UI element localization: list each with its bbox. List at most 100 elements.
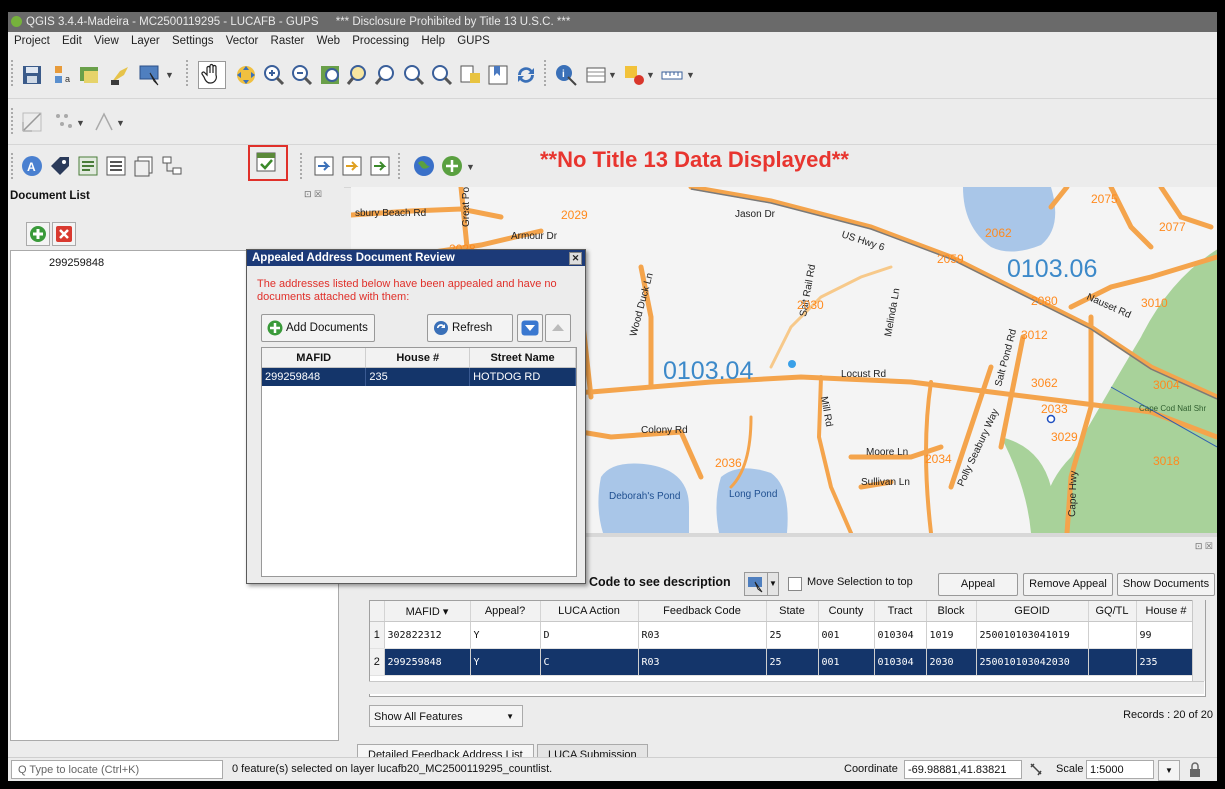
appealed-address-table[interactable]: MAFID House # Street Name 299259848 235 … [261,347,577,577]
locate-search-input[interactable]: Q Type to locate (Ctrl+K) [11,760,223,779]
move-down-button[interactable] [517,314,543,342]
chevron-down-icon[interactable]: ▼ [608,70,617,80]
move-selection-checkbox[interactable] [788,577,802,591]
pan-to-selection-icon[interactable] [234,63,258,87]
table-row[interactable]: 2 299259848 Y C R03 25 001 010304 2030 2… [370,648,1197,676]
zoom-in-icon[interactable] [262,63,286,87]
menu-raster[interactable]: Raster [271,35,305,47]
export-icon[interactable] [340,154,364,178]
chevron-down-icon[interactable]: ▼ [466,162,475,172]
zoom-full-icon[interactable] [318,63,342,87]
copy-icon[interactable] [132,154,156,178]
refresh-button[interactable]: Refresh [427,314,513,342]
document-review-icon[interactable] [254,150,278,174]
table-cell[interactable]: 302822312 [384,621,471,649]
table-cell[interactable]: 2030 [926,648,977,676]
table-cell[interactable]: 250010103042030 [976,648,1089,676]
address-point[interactable] [1046,414,1056,424]
panel-float-close-icon[interactable]: ⊡ ☒ [304,189,322,200]
table-cell[interactable]: D [540,621,639,649]
menu-project[interactable]: Project [14,35,50,47]
hierarchy-icon[interactable] [160,154,184,178]
column-header[interactable]: State [766,601,819,622]
scale-field[interactable]: 1:5000 [1086,760,1154,779]
add-web-layer-icon[interactable] [440,154,464,178]
chevron-down-icon[interactable]: ▼ [1158,760,1180,781]
style-manager-icon[interactable]: a [52,63,76,87]
zoom-native-icon[interactable] [402,63,426,87]
table-cell[interactable]: 010304 [874,621,927,649]
table-cell[interactable]: 250010103041019 [976,621,1089,649]
table-cell[interactable]: HOTDOG RD [469,367,576,386]
list-item[interactable]: 299259848 [49,257,104,269]
menu-vector[interactable]: Vector [226,35,259,47]
list-icon[interactable] [104,154,128,178]
remove-appeal-button[interactable]: Remove Appeal [1023,573,1113,596]
row-number[interactable]: 1 [370,621,385,649]
table-cell[interactable] [1088,648,1137,676]
vertical-scrollbar[interactable] [1192,600,1205,681]
save-project-icon[interactable] [20,63,44,87]
layer-styling-icon[interactable] [78,63,102,87]
node-tool-icon[interactable] [92,110,116,134]
column-header[interactable]: County [818,601,875,622]
column-header[interactable]: MAFID [262,348,367,368]
lock-icon[interactable] [1188,762,1202,778]
column-header[interactable]: MAFID ▾ [384,601,471,622]
chevron-down-icon[interactable]: ▼ [646,70,655,80]
chevron-down-icon[interactable]: ▼ [165,70,174,80]
chevron-down-icon[interactable]: ▼ [76,118,85,128]
table-cell[interactable]: 001 [818,648,875,676]
menu-layer[interactable]: Layer [131,35,160,47]
menu-help[interactable]: Help [421,35,445,47]
digitize-icon[interactable] [20,110,44,134]
brush-icon[interactable] [108,63,132,87]
table-cell[interactable]: R03 [638,648,767,676]
address-point[interactable] [788,360,796,368]
add-documents-button[interactable]: Add Documents [261,314,375,342]
column-header[interactable]: Appeal? [470,601,541,622]
close-icon[interactable]: ✕ [569,252,582,265]
chevron-down-icon[interactable]: ▼ [116,118,125,128]
select-features-icon[interactable] [138,63,162,87]
table-cell[interactable]: 299259848 [384,648,471,676]
table-cell[interactable]: C [540,648,639,676]
table-cell[interactable]: 99 [1136,621,1197,649]
zoom-layer-icon[interactable] [374,63,398,87]
horizontal-scrollbar[interactable] [369,681,1204,694]
feature-filter-select[interactable]: Show All Features ▼ [369,705,523,727]
add-document-button[interactable] [26,222,50,246]
table-row[interactable]: 1 302822312 Y D R03 25 001 010304 1019 2… [370,621,1197,649]
globe-icon[interactable] [412,154,436,178]
table-cell[interactable]: Y [470,621,541,649]
panel-float-close-icon[interactable]: ⊡ ☒ [1195,541,1213,552]
edit-list-icon[interactable] [76,154,100,178]
show-documents-button[interactable]: Show Documents [1117,573,1215,596]
column-header[interactable]: GEOID [976,601,1089,622]
pan-hand-icon[interactable] [198,61,226,89]
column-header[interactable]: LUCA Action [540,601,639,622]
table-cell[interactable]: 25 [766,648,819,676]
column-header[interactable]: Street Name [469,348,576,368]
zoom-out-icon[interactable] [290,63,314,87]
zoom-selection-icon[interactable] [346,63,370,87]
menu-processing[interactable]: Processing [352,35,409,47]
remove-document-button[interactable] [52,222,76,246]
table-cell[interactable]: 235 [1136,648,1197,676]
address-icon[interactable]: A [20,154,44,178]
move-up-button[interactable] [545,314,571,342]
chevron-down-icon[interactable]: ▼ [686,70,695,80]
menu-web[interactable]: Web [317,35,340,47]
show-bookmarks-icon[interactable] [486,63,510,87]
menu-view[interactable]: View [94,35,119,47]
table-cell[interactable]: 1019 [926,621,977,649]
coordinate-field[interactable]: -69.98881,41.83821 [904,760,1022,779]
column-header[interactable]: House # [365,348,471,368]
table-cell[interactable]: 001 [818,621,875,649]
table-cell[interactable]: R03 [638,621,767,649]
table-cell[interactable]: 299259848 [262,367,367,386]
column-header[interactable]: Block [926,601,977,622]
column-header[interactable]: Tract [874,601,927,622]
table-cell[interactable]: 235 [365,367,471,386]
column-header[interactable]: House # [1136,601,1197,622]
